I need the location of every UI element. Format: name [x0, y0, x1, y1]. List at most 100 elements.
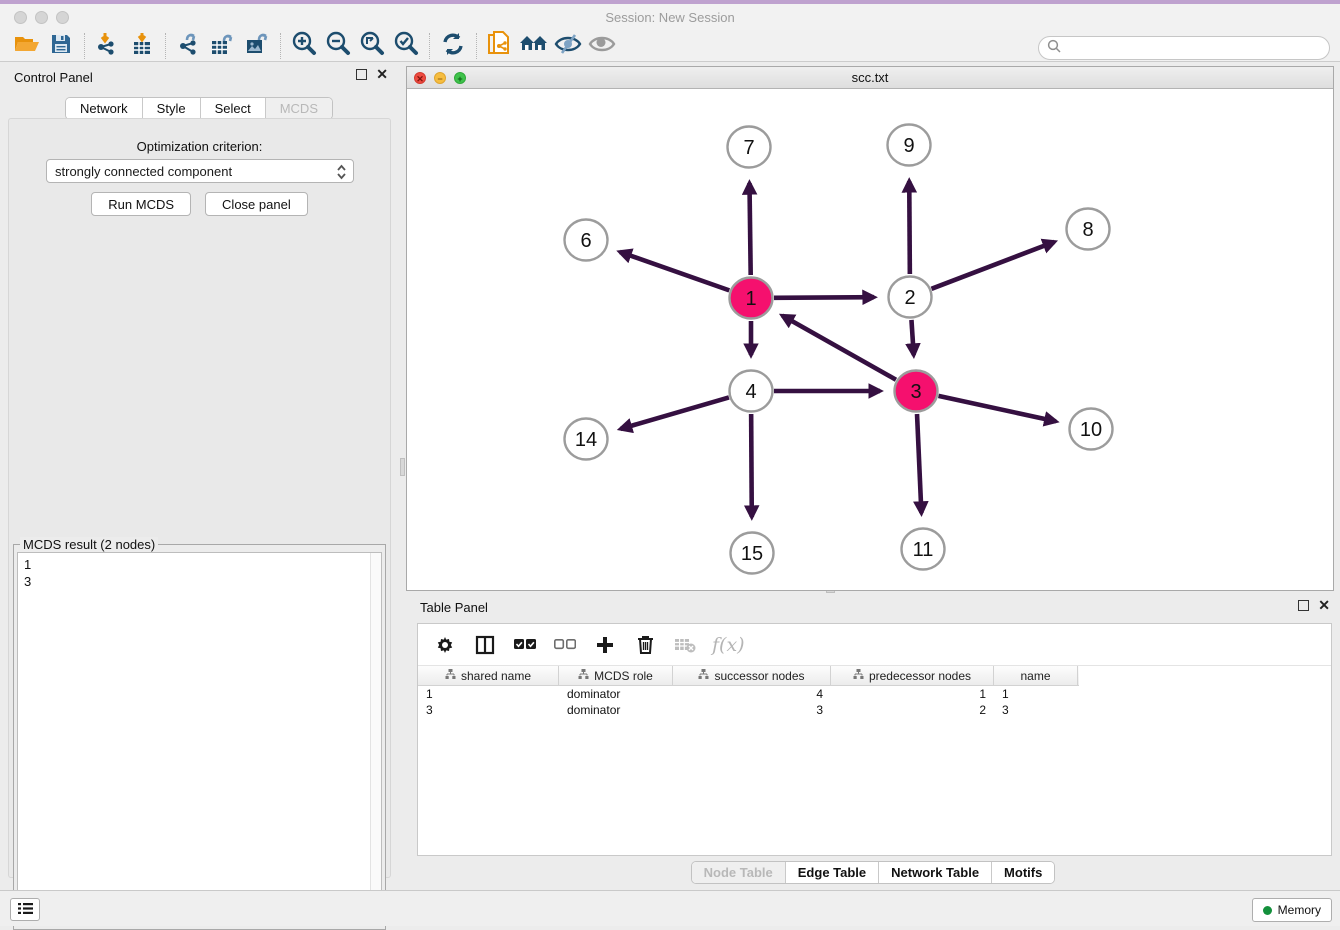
graph-node-label-9: 9	[903, 135, 914, 157]
table-settings-button[interactable]	[432, 632, 458, 658]
optimization-criterion-select[interactable]: strongly connected component	[46, 159, 354, 183]
delete-column-button[interactable]	[632, 632, 658, 658]
graph-node-label-8: 8	[1082, 219, 1093, 241]
graph-edge-4-14[interactable]	[621, 397, 729, 429]
graph-edge-1-7[interactable]	[749, 183, 750, 275]
column-label: shared name	[461, 669, 531, 683]
zoom-fit-button[interactable]	[355, 32, 389, 60]
column-header-name[interactable]: name	[994, 666, 1078, 685]
network-window-titlebar[interactable]: ✕ − + scc.txt	[407, 67, 1333, 89]
float-table-panel-icon[interactable]	[1298, 600, 1309, 611]
import-network-button[interactable]	[91, 32, 125, 60]
zoom-out-button[interactable]	[321, 32, 355, 60]
main-toolbar	[0, 30, 1340, 62]
float-panel-icon[interactable]	[356, 69, 367, 80]
column-header-shared-name[interactable]: shared name	[418, 666, 559, 685]
table-cell[interactable]: 2	[831, 703, 994, 717]
save-session-button[interactable]	[44, 32, 78, 60]
table-row[interactable]: 1dominator411	[418, 686, 1331, 702]
network-canvas[interactable]: 7968124314101511	[407, 89, 1333, 590]
copy-network-button[interactable]	[483, 32, 517, 60]
mcds-result-fieldset: MCDS result (2 nodes) 1 3	[13, 544, 386, 930]
apply-layout-button[interactable]	[436, 32, 470, 60]
memory-button[interactable]: Memory	[1252, 898, 1332, 922]
select-all-button[interactable]	[512, 632, 538, 658]
mcds-tab-content: Optimization criterion: strongly connect…	[8, 118, 391, 878]
node-table: shared name MCDS role successor nodes prede…	[418, 666, 1331, 718]
network-title: scc.txt	[407, 70, 1333, 85]
export-table-button[interactable]	[206, 32, 240, 60]
control-panel-tabs: NetworkStyleSelectMCDS	[65, 97, 333, 120]
search-box[interactable]	[1038, 36, 1330, 60]
graph-edge-1-6[interactable]	[620, 252, 729, 290]
status-bar: Memory	[0, 890, 1340, 926]
graph-edge-3-10[interactable]	[938, 396, 1055, 421]
zoom-in-button[interactable]	[287, 32, 321, 60]
close-table-panel-icon[interactable]: ✕	[1318, 600, 1330, 611]
graph-edge-2-3[interactable]	[911, 320, 913, 355]
toolbar-separator	[429, 33, 430, 59]
import-table-button[interactable]	[125, 32, 159, 60]
mcds-result-textarea[interactable]: 1 3	[17, 552, 382, 925]
graph-edge-3-11[interactable]	[917, 414, 921, 513]
select-columns-button[interactable]	[472, 632, 498, 658]
tab-edge-table[interactable]: Edge Table	[786, 862, 879, 883]
open-folder-icon	[14, 33, 40, 58]
tab-network-table[interactable]: Network Table	[879, 862, 992, 883]
column-label: successor nodes	[714, 669, 804, 683]
hide-selected-button[interactable]	[551, 32, 585, 60]
table-cell[interactable]: dominator	[559, 703, 673, 717]
tab-select[interactable]: Select	[201, 98, 266, 119]
network-graph[interactable]: 7968124314101511	[407, 89, 1333, 590]
task-history-button[interactable]	[10, 898, 40, 921]
create-column-button[interactable]	[592, 632, 618, 658]
export-image-button[interactable]	[240, 32, 274, 60]
tab-motifs[interactable]: Motifs	[992, 862, 1054, 883]
table-cell[interactable]: 4	[673, 687, 831, 701]
zoom-fit-icon	[359, 31, 385, 60]
first-neighbors-button[interactable]	[517, 32, 551, 60]
window-title: Session: New Session	[0, 10, 1340, 25]
tab-node-table[interactable]: Node Table	[692, 862, 786, 883]
tab-mcds[interactable]: MCDS	[266, 98, 332, 119]
table-cell[interactable]: 3	[418, 703, 559, 717]
table-cell[interactable]: 1	[418, 687, 559, 701]
graph-node-label-14: 14	[575, 429, 597, 451]
delete-table-button[interactable]	[672, 632, 698, 658]
result-scrollbar[interactable]	[370, 553, 381, 924]
show-all-button[interactable]	[585, 32, 619, 60]
graph-edge-2-9[interactable]	[909, 181, 910, 274]
column-header-successor-nodes[interactable]: successor nodes	[673, 666, 831, 685]
table-cell[interactable]: 3	[673, 703, 831, 717]
dropdown-selected-value: strongly connected component	[55, 164, 232, 179]
column-header-MCDS-role[interactable]: MCDS role	[559, 666, 673, 685]
export-table-icon	[210, 32, 236, 59]
table-cell[interactable]: 1	[831, 687, 994, 701]
network-view-window: ✕ − + scc.txt 7968124314101511	[406, 66, 1334, 591]
deselect-all-button[interactable]	[552, 632, 578, 658]
search-input[interactable]	[1062, 41, 1312, 56]
table-cell[interactable]: 3	[994, 703, 1078, 717]
vertical-splitter-handle[interactable]	[400, 458, 405, 476]
tab-style[interactable]: Style	[143, 98, 201, 119]
mcds-result-legend: MCDS result (2 nodes)	[20, 537, 158, 552]
graph-edge-1-2[interactable]	[774, 297, 874, 298]
table-tabs: Node TableEdge TableNetwork TableMotifs	[691, 861, 1056, 884]
open-session-button[interactable]	[10, 32, 44, 60]
export-image-icon	[244, 32, 270, 59]
table-row[interactable]: 3dominator323	[418, 702, 1331, 718]
column-header-predecessor-nodes[interactable]: predecessor nodes	[831, 666, 994, 685]
close-panel-button[interactable]: Close panel	[205, 192, 308, 216]
close-panel-icon[interactable]: ✕	[376, 69, 388, 80]
graph-edge-3-1[interactable]	[782, 316, 896, 380]
toolbar-separator	[84, 33, 85, 59]
function-builder-button[interactable]: f(x)	[712, 634, 745, 656]
graph-edge-4-15[interactable]	[751, 414, 752, 517]
export-network-button[interactable]	[172, 32, 206, 60]
zoom-selected-button[interactable]	[389, 32, 423, 60]
tab-network[interactable]: Network	[66, 98, 143, 119]
graph-edge-2-8[interactable]	[931, 242, 1054, 289]
table-cell[interactable]: 1	[994, 687, 1078, 701]
run-mcds-button[interactable]: Run MCDS	[91, 192, 191, 216]
table-cell[interactable]: dominator	[559, 687, 673, 701]
